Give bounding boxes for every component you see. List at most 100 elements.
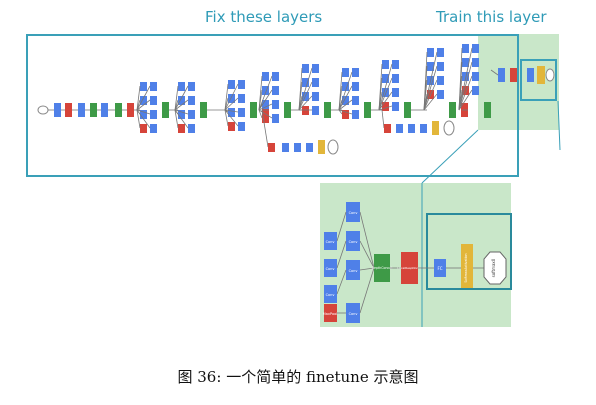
inception-conv [150, 96, 157, 105]
aux1-layer [306, 143, 313, 152]
caption-text: 一个简单的 finetune 示意图 [226, 368, 419, 386]
depth-concat [200, 102, 207, 118]
inset-local-label: LocalRespNorm [397, 266, 420, 270]
inception-conv [382, 60, 389, 69]
inset-input-label: Conv [326, 267, 335, 271]
inception-conv [302, 64, 309, 73]
figure-caption: 图 36: 一个简单的 finetune 示意图 [0, 366, 596, 387]
inception-conv [228, 122, 235, 131]
stem-layer [101, 103, 108, 117]
inset-input-label: MaxPool [323, 312, 338, 316]
inset-output-label: softmax0 [491, 258, 496, 277]
stem-layer [78, 103, 85, 117]
depth-concat [484, 102, 491, 118]
inset-softmax-label: SoftmaxActivation [464, 253, 468, 282]
inception-conv [312, 78, 319, 87]
aux1-output [327, 139, 339, 155]
stem-layer [54, 103, 61, 117]
inception-conv [472, 58, 479, 67]
figure-number: 图 36: [177, 368, 222, 386]
inception-inset: Conv Conv Conv MaxPool Conv Conv Conv Conv Depth… [320, 183, 512, 327]
inception-conv [352, 82, 359, 91]
inception-conv [312, 64, 319, 73]
final-fc [527, 68, 534, 82]
inception-conv [228, 108, 235, 117]
depth-concat [449, 102, 456, 118]
aux2-output [443, 120, 455, 136]
inception-conv [342, 68, 349, 77]
inception-conv [178, 124, 185, 133]
inception-conv [352, 110, 359, 119]
inception-conv [238, 122, 245, 131]
inception-conv [392, 74, 399, 83]
inception-conv [238, 94, 245, 103]
inset-conv-label: Conv [349, 312, 358, 316]
inception-conv [427, 48, 434, 57]
inset-conv-label: Conv [349, 211, 358, 215]
inception-conv [352, 68, 359, 77]
inception-conv [352, 96, 359, 105]
depth-concat [404, 102, 411, 118]
inception-conv [150, 82, 157, 91]
input-node [37, 105, 49, 115]
inset-concat-label: DepthConcat [372, 266, 394, 270]
finetune-figure: Conv Conv Conv MaxPool Conv Conv Conv Conv Depth… [26, 34, 561, 327]
inception-conv [140, 82, 147, 91]
aux1-softmax [318, 140, 325, 154]
aux1-layer [268, 143, 275, 152]
inception-conv [238, 80, 245, 89]
depth-concat [250, 102, 257, 118]
aux-branch-link [381, 109, 385, 129]
depth-concat [364, 102, 371, 118]
aux1-layer [282, 143, 289, 152]
inception-conv [150, 124, 157, 133]
inception-conv [272, 100, 279, 109]
inception-conv [302, 106, 309, 115]
inset-conv-label: Conv [349, 240, 358, 244]
inception-conv [312, 92, 319, 101]
stem-layer [127, 103, 134, 117]
inception-conv [228, 80, 235, 89]
inception-conv [150, 110, 157, 119]
aux2-layer [384, 124, 391, 133]
inset-input-label: Conv [326, 293, 335, 297]
aux2-layer [396, 124, 403, 133]
inception-conv [392, 88, 399, 97]
inception-conv [272, 86, 279, 95]
inception-conv [382, 102, 389, 111]
inception-conv [462, 44, 469, 53]
inset-input-label: Conv [326, 240, 335, 244]
inception-conv [312, 106, 319, 115]
inception-conv [188, 110, 195, 119]
inset-fc-label: FC [437, 266, 442, 271]
inception-conv [140, 124, 147, 133]
inception-conv [188, 82, 195, 91]
inception-conv [437, 90, 444, 99]
inception-conv [437, 76, 444, 85]
stem-layer [90, 103, 97, 117]
inception-conv [262, 72, 269, 81]
inception-conv [188, 124, 195, 133]
inception-conv [472, 86, 479, 95]
inception-conv [392, 60, 399, 69]
depth-concat [284, 102, 291, 118]
googlenet-network [37, 44, 555, 155]
inception-conv [472, 44, 479, 53]
final-softmax [537, 66, 545, 84]
inception-conv [238, 108, 245, 117]
inception-conv [188, 96, 195, 105]
stem-layer [115, 103, 122, 117]
branch-link [224, 83, 229, 111]
aux2-softmax [432, 121, 439, 135]
final-dropout [510, 68, 517, 82]
inception-conv [272, 114, 279, 123]
inset-conv-label: Conv [349, 269, 358, 273]
inception-conv [272, 72, 279, 81]
depth-concat [162, 102, 169, 118]
inception-conv [178, 82, 185, 91]
inception-conv [472, 72, 479, 81]
aux1-layer [294, 143, 301, 152]
final-pool [498, 68, 505, 82]
stem-layer [65, 103, 72, 117]
inception-conv [392, 102, 399, 111]
